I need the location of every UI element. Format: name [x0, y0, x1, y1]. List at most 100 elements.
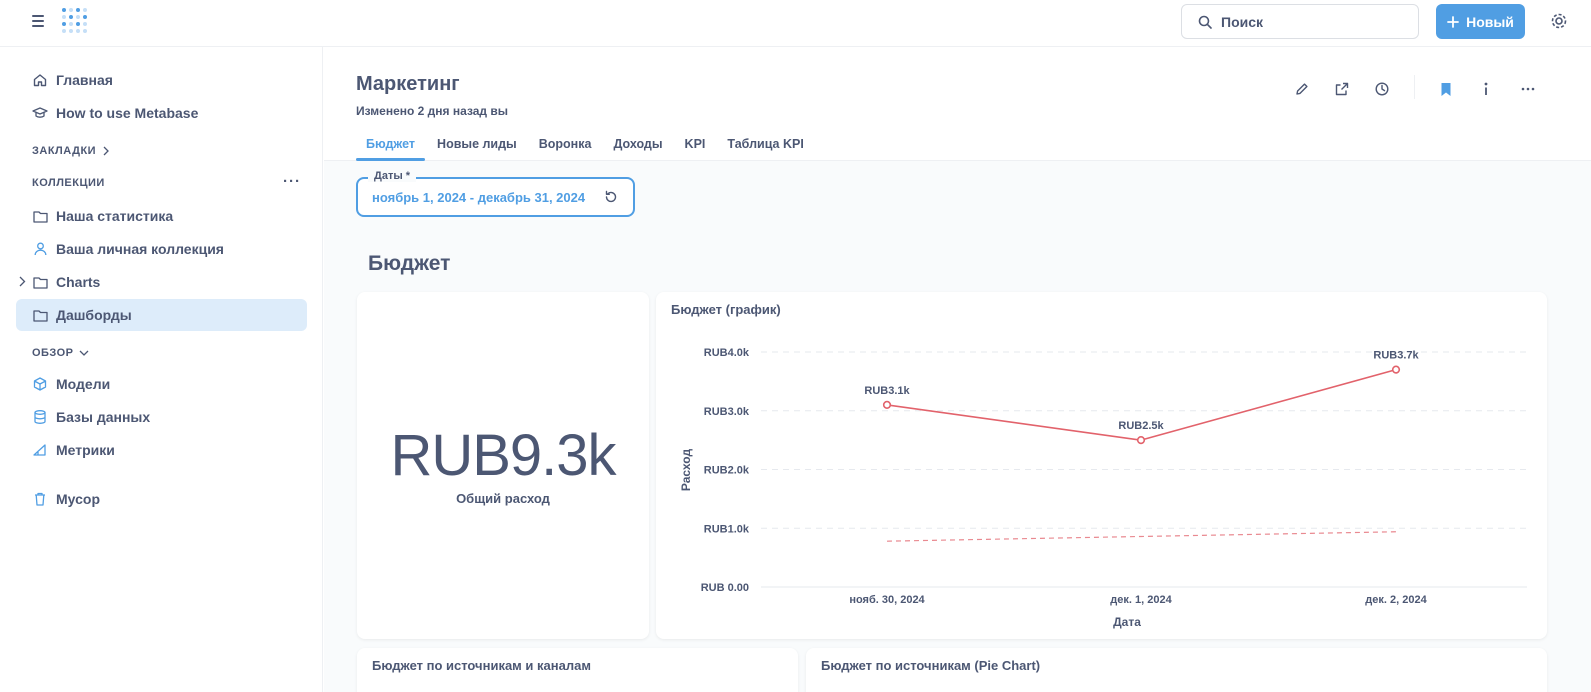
- sidebar-item-label: Наша статистика: [56, 208, 174, 224]
- tab-funnel[interactable]: Воронка: [529, 137, 602, 161]
- search-placeholder: Поиск: [1221, 13, 1264, 30]
- series-line-1: [886, 531, 1397, 542]
- sidebar-item-label: Дашборды: [56, 307, 132, 323]
- y-tick-label: RUB1.0k: [704, 523, 750, 535]
- last-edited-info[interactable]: Изменено 2 дня назад вы: [356, 104, 508, 118]
- sidebar-item-our-stats[interactable]: Наша статистика: [16, 200, 307, 232]
- data-point: [1136, 436, 1146, 445]
- tab-kpi-table[interactable]: Таблица KPI: [717, 137, 813, 161]
- gear-icon[interactable]: [1550, 12, 1568, 30]
- tab-revenue[interactable]: Доходы: [603, 137, 672, 161]
- collections-more-button[interactable]: ···: [283, 173, 301, 190]
- sidebar-item-charts[interactable]: Charts: [16, 266, 307, 298]
- edit-button[interactable]: [1290, 77, 1314, 101]
- sidebar-item-metrics[interactable]: Метрики: [16, 434, 307, 466]
- sidebar: Главная How to use Metabase ЗАКЛАДКИ КОЛ…: [0, 47, 323, 692]
- sidebar-toggle-icon[interactable]: [32, 15, 44, 27]
- tab-kpi[interactable]: KPI: [675, 137, 716, 161]
- browse-header-label: ОБЗОР: [32, 347, 74, 359]
- collections-header: КОЛЛЕКЦИИ: [32, 177, 105, 189]
- header-divider: [1414, 75, 1415, 99]
- x-tick-label: нояб. 30, 2024: [849, 594, 925, 606]
- dashboard-main: Маркетинг Изменено 2 дня назад вы Бюджет…: [324, 47, 1591, 692]
- info-icon: [1484, 82, 1488, 95]
- share-button[interactable]: [1330, 77, 1354, 101]
- person-icon: [32, 241, 48, 257]
- bookmarks-header-label: ЗАКЛАДКИ: [32, 145, 97, 157]
- pencil-icon: [1296, 83, 1308, 95]
- scalar-caption: Общий расход: [456, 491, 550, 506]
- x-axis-label: Дата: [1113, 615, 1141, 629]
- date-filter-value: ноябрь 1, 2024 - декабрь 31, 2024: [372, 190, 586, 205]
- date-filter-label: Даты *: [368, 170, 417, 182]
- clock-icon: [1375, 82, 1389, 96]
- sources-channels-card[interactable]: Бюджет по источникам и каналам: [357, 648, 798, 692]
- tab-new-leads[interactable]: Новые лиды: [427, 137, 527, 161]
- y-tick-label: RUB3.0k: [704, 406, 750, 418]
- home-icon: [32, 72, 48, 88]
- line-chart: RUB 0.00 RUB1.0k RUB2.0k RUB3.0k RUB4.0k нояб…: [679, 347, 1527, 629]
- x-tick-label: дек. 2, 2024: [1365, 594, 1427, 606]
- sidebar-item-dashboards[interactable]: Дашборды: [16, 299, 307, 331]
- sidebar-item-personal-collection[interactable]: Ваша личная коллекция: [16, 233, 307, 265]
- sidebar-item-label: Метрики: [56, 442, 115, 458]
- dashboard-header: Маркетинг Изменено 2 дня назад вы Бюджет…: [324, 47, 1591, 161]
- search-icon: [1198, 15, 1212, 29]
- folder-icon: [32, 274, 48, 290]
- data-label: RUB3.1k: [864, 385, 910, 397]
- dashboard-tabs: Бюджет Новые лиды Воронка Доходы KPI Таб…: [356, 137, 814, 161]
- sidebar-item-label: Charts: [56, 274, 101, 290]
- sidebar-item-trash[interactable]: Мусор: [16, 483, 307, 515]
- chevron-down-icon: [80, 350, 89, 356]
- line-chart-card[interactable]: Бюджет (график) RUB 0.00 RUB1.0k RUB2.0k RU…: [656, 292, 1547, 639]
- data-label: RUB2.5k: [1118, 420, 1164, 432]
- folder-icon: [32, 307, 48, 323]
- sidebar-item-label: Главная: [56, 72, 113, 88]
- browse-header[interactable]: ОБЗОР: [32, 347, 89, 359]
- tab-budget[interactable]: Бюджет: [356, 137, 426, 161]
- more-button[interactable]: [1516, 77, 1540, 101]
- chevron-right-icon: [103, 146, 109, 156]
- sidebar-item-howto[interactable]: How to use Metabase: [16, 97, 307, 129]
- sidebar-item-databases[interactable]: Базы данных: [16, 401, 307, 433]
- x-tick-label: дек. 1, 2024: [1110, 594, 1172, 606]
- y-axis-label: Расход: [679, 449, 693, 492]
- sidebar-item-label: Мусор: [56, 491, 100, 507]
- data-label: RUB3.7k: [1373, 350, 1419, 362]
- sidebar-item-label: Ваша личная коллекция: [56, 241, 224, 257]
- folder-icon: [32, 208, 48, 224]
- y-tick-label: RUB2.0k: [704, 465, 750, 477]
- y-tick-label: RUB 0.00: [701, 582, 749, 594]
- reset-icon[interactable]: [604, 190, 618, 204]
- date-filter[interactable]: Даты * ноябрь 1, 2024 - декабрь 31, 2024: [356, 170, 635, 217]
- sources-pie-card[interactable]: Бюджет по источникам (Pie Chart): [806, 648, 1547, 692]
- database-icon: [32, 409, 48, 425]
- sidebar-item-models[interactable]: Модели: [16, 368, 307, 400]
- sidebar-item-home[interactable]: Главная: [16, 64, 307, 96]
- new-button-label: Новый: [1466, 13, 1514, 30]
- auto-refresh-button[interactable]: [1370, 77, 1394, 101]
- external-link-icon: [1335, 82, 1349, 96]
- plus-icon: [1447, 15, 1459, 28]
- search-input[interactable]: Поиск: [1181, 4, 1419, 39]
- bookmark-button[interactable]: [1434, 77, 1458, 101]
- metabase-logo[interactable]: [62, 8, 88, 38]
- section-heading: Бюджет: [368, 252, 451, 275]
- sidebar-item-label: Базы данных: [56, 409, 151, 425]
- page-title[interactable]: Маркетинг: [356, 73, 460, 96]
- info-button[interactable]: [1474, 77, 1498, 101]
- scalar-card[interactable]: RUB9.3k Общий расход: [357, 292, 649, 639]
- graduation-cap-icon: [32, 105, 48, 121]
- cube-icon: [32, 376, 48, 392]
- bookmarks-header[interactable]: ЗАКЛАДКИ: [32, 145, 110, 157]
- sidebar-item-label: Модели: [56, 376, 111, 392]
- bookmark-icon: [1441, 82, 1451, 96]
- new-button[interactable]: Новый: [1436, 4, 1525, 39]
- ellipsis-icon: [1521, 87, 1535, 91]
- card-title: Бюджет по источникам и каналам: [372, 658, 591, 673]
- scalar-value: RUB9.3k: [390, 423, 616, 488]
- sidebar-item-label: How to use Metabase: [56, 105, 199, 121]
- top-bar: Поиск Новый: [0, 0, 1591, 47]
- metric-icon: [32, 442, 48, 458]
- trash-icon: [32, 491, 48, 507]
